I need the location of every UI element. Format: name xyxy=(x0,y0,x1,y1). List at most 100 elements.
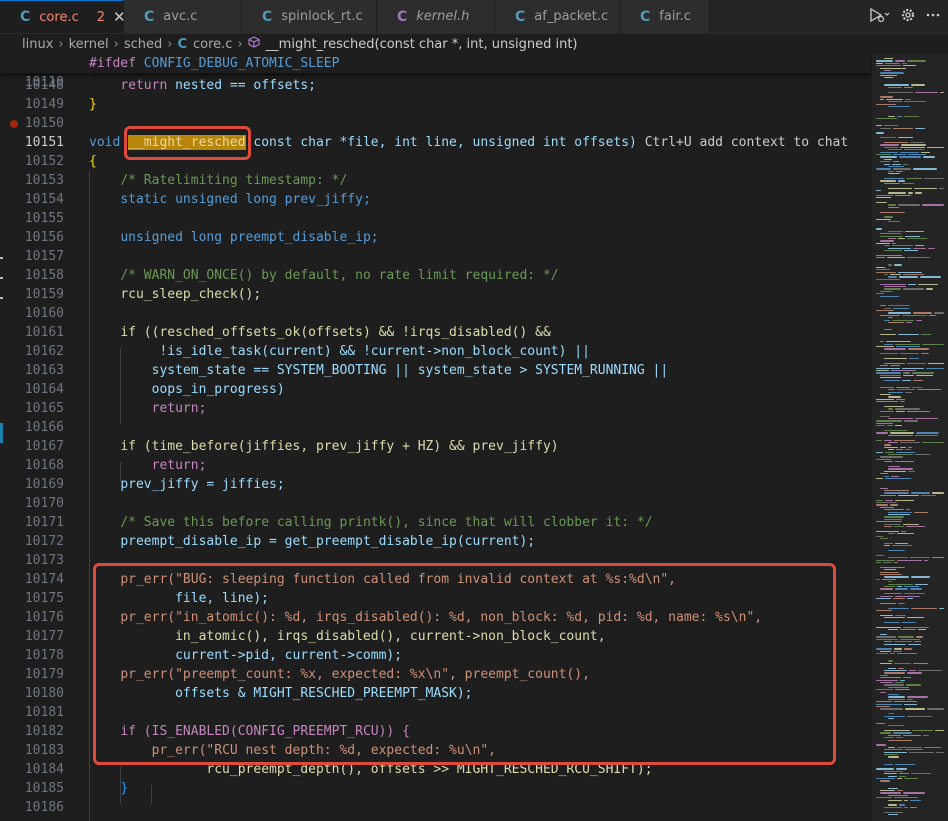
minimap[interactable] xyxy=(872,54,948,821)
breadcrumb-sched[interactable]: sched xyxy=(124,37,162,52)
minimap-code-line xyxy=(890,504,899,506)
breadcrumb-file[interactable]: core.c xyxy=(193,37,232,52)
code-line: !is_idle_task(current) && !current->non_… xyxy=(159,344,590,359)
minimap-code-line xyxy=(899,638,920,641)
line-number: 10170 xyxy=(24,496,64,511)
minimap-code-line xyxy=(884,811,904,813)
tab-core-c[interactable]: C core.c 2 ✕ xyxy=(0,0,126,33)
minimap-code-line xyxy=(939,187,944,189)
minimap-code-line xyxy=(896,398,905,401)
inline-chat-hint[interactable]: Ctrl+U add context to chat xyxy=(645,135,849,150)
minimap-code-line xyxy=(880,283,906,285)
more-actions-icon[interactable] xyxy=(926,7,940,27)
minimap-code-line xyxy=(876,636,896,638)
minimap-code-line xyxy=(915,374,934,377)
minimap-code-line xyxy=(888,192,906,194)
chevron-right-icon: › xyxy=(237,36,243,52)
minimap-code-line xyxy=(880,211,905,213)
scm-change-marker xyxy=(0,297,3,299)
minimap-code-line xyxy=(903,626,929,629)
tab-label: spinlock_rt.c xyxy=(281,9,363,24)
minimap-code-line xyxy=(910,588,922,590)
minimap-code-line xyxy=(894,439,915,441)
minimap-code-line xyxy=(884,84,909,86)
tab-spinlock-rt-c[interactable]: C spinlock_rt.c xyxy=(242,0,377,33)
minimap-code-line xyxy=(905,235,920,237)
line-number: 10177 xyxy=(24,629,64,644)
minimap-code-line xyxy=(893,648,903,650)
minimap-code-line xyxy=(904,115,920,117)
minimap-code-line xyxy=(876,432,889,434)
minimap-code-line xyxy=(888,247,912,249)
tab-label: avc.c xyxy=(163,9,198,24)
minimap-code-line xyxy=(885,451,894,453)
minimap-code-line xyxy=(876,535,884,537)
minimap-code-line xyxy=(880,487,889,489)
minimap-code-line xyxy=(902,792,926,794)
line-number: 10155 xyxy=(24,211,64,226)
minimap-code-line xyxy=(884,518,903,521)
minimap-code-line xyxy=(884,516,904,518)
line-number: 10185 xyxy=(24,781,64,796)
tab-fair-c[interactable]: C fair.c xyxy=(620,0,710,33)
code-comment: /* Save this before calling printk(), si… xyxy=(120,515,653,530)
minimap-code-line xyxy=(876,420,902,422)
minimap-code-line xyxy=(897,636,914,638)
minimap-code-line xyxy=(884,499,894,501)
minimap-code-line xyxy=(922,204,944,206)
minimap-code-line xyxy=(880,74,898,77)
tab-label: core.c xyxy=(39,9,79,25)
minimap-code-line xyxy=(891,475,900,477)
code-editor[interactable]: 10110 #ifdef CONFIG_DEBUG_ATOMIC_SLEEP 1… xyxy=(0,54,948,821)
minimap-code-line xyxy=(926,367,944,369)
minimap-code-line xyxy=(888,276,898,278)
preprocessor-directive: #ifdef xyxy=(89,56,136,71)
minimap-code-line xyxy=(901,182,915,185)
minimap-code-line xyxy=(884,348,906,350)
line-number: 10176 xyxy=(24,610,64,625)
minimap-code-line xyxy=(880,67,906,69)
minimap-code-line xyxy=(899,775,906,777)
line-number: 10180 xyxy=(24,686,64,701)
minimap-code-line xyxy=(880,588,894,590)
minimap-code-line xyxy=(888,696,906,698)
minimap-code-line xyxy=(880,506,895,509)
minimap-code-line xyxy=(880,240,894,242)
tab-af-packet-c[interactable]: C af_packet.c xyxy=(495,0,620,33)
minimap-code-line xyxy=(888,739,912,741)
minimap-code-line xyxy=(876,679,899,681)
minimap-code-line xyxy=(884,379,900,381)
minimap-code-line xyxy=(914,192,923,194)
line-number: 10186 xyxy=(24,800,64,815)
chevron-right-icon: › xyxy=(167,36,173,52)
minimap-code-line xyxy=(910,799,922,801)
sticky-scroll-header[interactable]: 10110 #ifdef CONFIG_DEBUG_ATOMIC_SLEEP xyxy=(0,54,870,90)
minimap-code-line xyxy=(888,264,893,266)
minimap-code-line xyxy=(876,103,896,105)
run-debug-icon[interactable] xyxy=(868,7,890,27)
minimap-code-line xyxy=(895,499,914,501)
minimap-code-line xyxy=(888,607,910,609)
code-line: unsigned long preempt_disable_ip; xyxy=(120,230,379,245)
breadcrumb-kernel[interactable]: kernel xyxy=(69,37,109,52)
minimap-code-line xyxy=(884,444,892,446)
breadcrumb-linux[interactable]: linux xyxy=(22,37,53,52)
minimap-code-line xyxy=(884,182,900,185)
line-number: 10151 xyxy=(24,135,64,150)
minimap-code-line xyxy=(892,732,913,734)
line-number: 10162 xyxy=(24,344,64,359)
minimap-code-line xyxy=(880,374,901,377)
minimap-code-line xyxy=(935,751,944,753)
minimap-code-line xyxy=(884,216,894,218)
tab-avc-c[interactable]: C avc.c xyxy=(124,0,242,33)
minimap-code-line xyxy=(911,576,931,578)
c-file-icon: C xyxy=(20,9,31,25)
minimap-code-line xyxy=(876,768,894,770)
minimap-code-line xyxy=(888,204,896,206)
breadcrumb-symbol[interactable]: __might_resched(const char *, int, unsig… xyxy=(266,37,578,52)
minimap-code-line xyxy=(933,312,944,314)
minimap-code-line xyxy=(913,312,932,314)
gear-icon[interactable] xyxy=(900,7,916,27)
tab-kernel-h[interactable]: C kernel.h xyxy=(377,0,495,33)
minimap-code-line xyxy=(880,156,898,158)
